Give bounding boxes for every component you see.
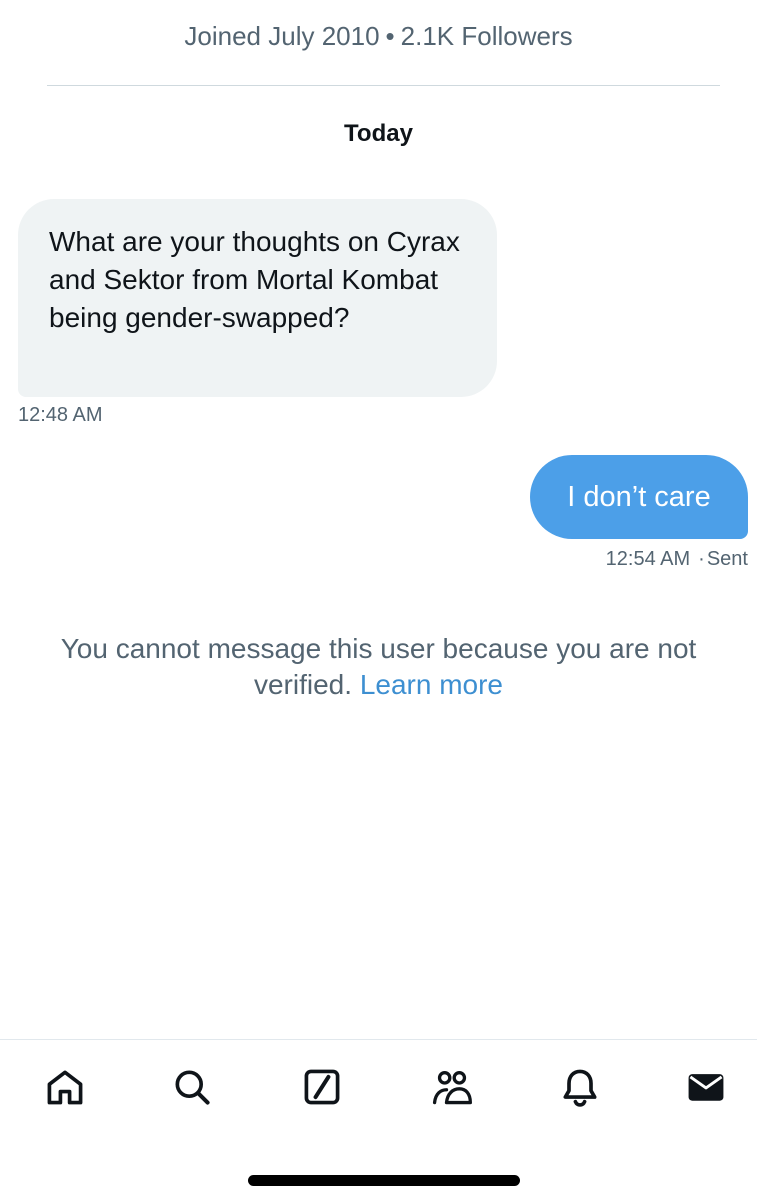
outgoing-message-time: 12:54 AM xyxy=(605,548,691,570)
tab-search[interactable] xyxy=(168,1063,216,1111)
joined-date: Joined July 2010 xyxy=(184,21,380,51)
bell-icon xyxy=(563,1069,597,1107)
cannot-message-notice: You cannot message this user because you… xyxy=(40,631,717,703)
tab-home[interactable] xyxy=(41,1063,89,1111)
message-status: Sent xyxy=(706,548,748,570)
outgoing-message-bubble[interactable]: I don’t care xyxy=(530,455,748,539)
tabbar-border xyxy=(0,1039,757,1040)
tab-notifications[interactable] xyxy=(556,1063,604,1111)
home-icon xyxy=(47,1070,83,1105)
status-separator: · xyxy=(698,548,705,570)
communities-icon xyxy=(432,1071,472,1105)
tab-communities[interactable] xyxy=(428,1063,476,1111)
incoming-message-bubble[interactable]: What are your thoughts on Cyrax and Sekt… xyxy=(18,199,497,397)
incoming-message-time: 12:48 AM xyxy=(18,404,103,426)
home-indicator[interactable] xyxy=(248,1175,520,1186)
tab-grok[interactable] xyxy=(298,1063,346,1111)
search-icon xyxy=(175,1070,210,1105)
tab-messages[interactable] xyxy=(682,1063,730,1111)
learn-more-link[interactable]: Learn more xyxy=(360,669,503,700)
envelope-icon xyxy=(688,1074,724,1101)
outgoing-message-text: I don’t care xyxy=(567,481,711,513)
grok-icon xyxy=(304,1069,340,1105)
meta-separator: • xyxy=(385,21,395,51)
profile-meta: Joined July 2010 • 2.1K Followers xyxy=(0,18,757,54)
day-label: Today xyxy=(344,120,413,147)
outgoing-message-meta: 12:54 AM · Sent xyxy=(606,548,748,571)
divider xyxy=(47,85,720,86)
followers-count[interactable]: 2.1K Followers xyxy=(401,21,573,51)
incoming-message-text: What are your thoughts on Cyrax and Sekt… xyxy=(49,226,460,333)
